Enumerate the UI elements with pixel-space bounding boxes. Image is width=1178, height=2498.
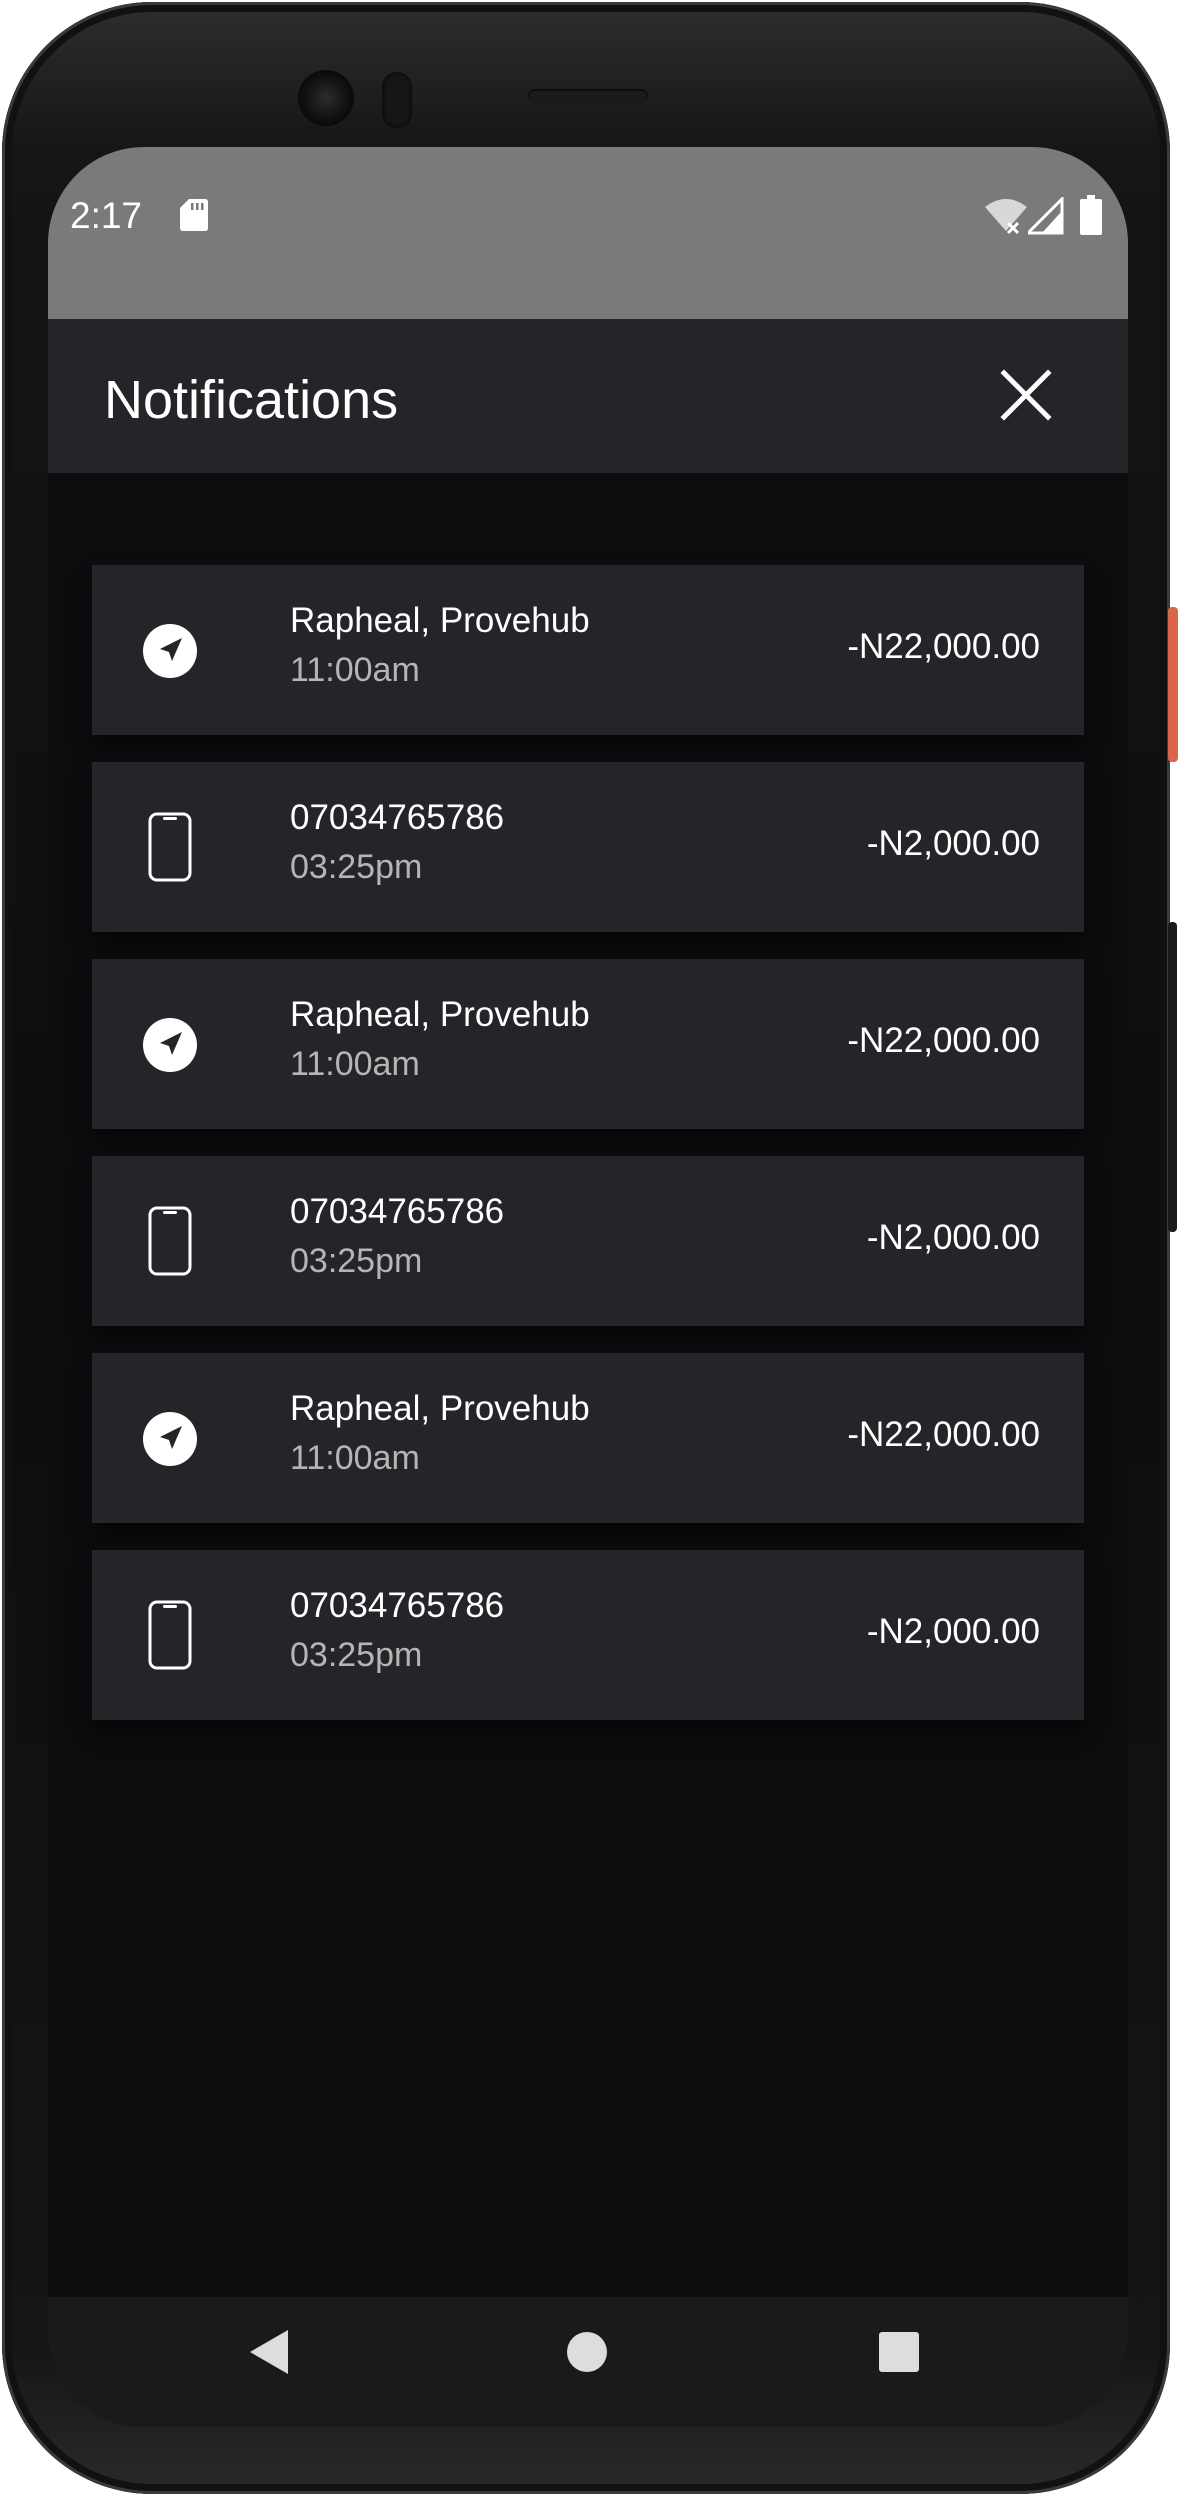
notification-item[interactable]: Rapheal, Provehub 11:00am -N22,000.00 — [92, 1353, 1084, 1523]
notification-amount: -N2,000.00 — [866, 1218, 1040, 1257]
power-button — [1168, 607, 1178, 762]
notification-title: Rapheal, Provehub — [290, 601, 590, 640]
earpiece-speaker — [528, 89, 648, 103]
notification-time: 03:25pm — [290, 1242, 423, 1280]
phone-icon — [148, 812, 192, 882]
volume-button — [1168, 922, 1177, 1232]
home-icon[interactable] — [566, 2331, 608, 2373]
notification-amount: -N22,000.00 — [847, 1021, 1040, 1060]
screen: 2:17 Notifications Rapheal, Provehub 11:… — [48, 147, 1128, 2427]
navigation-arrow-icon — [143, 1412, 197, 1466]
wifi-off-icon — [985, 199, 1027, 235]
notification-title: Rapheal, Provehub — [290, 995, 590, 1034]
battery-icon — [1080, 195, 1102, 235]
notification-item[interactable]: 07034765786 03:25pm -N2,000.00 — [92, 1156, 1084, 1326]
notification-time: 11:00am — [290, 1045, 420, 1083]
notification-item[interactable]: Rapheal, Provehub 11:00am -N22,000.00 — [92, 959, 1084, 1129]
status-bar: 2:17 — [48, 147, 1128, 319]
notification-amount: -N22,000.00 — [847, 1415, 1040, 1454]
notification-title: 07034765786 — [290, 1586, 505, 1625]
proximity-sensor — [382, 72, 412, 128]
notification-amount: -N2,000.00 — [866, 824, 1040, 863]
front-camera — [298, 70, 354, 126]
phone-icon — [148, 1206, 192, 1276]
notification-amount: -N2,000.00 — [866, 1612, 1040, 1651]
navigation-arrow-icon — [143, 1018, 197, 1072]
notification-title: 07034765786 — [290, 1192, 505, 1231]
close-icon[interactable] — [998, 367, 1054, 423]
notification-time: 03:25pm — [290, 1636, 423, 1674]
notification-item[interactable]: 07034765786 03:25pm -N2,000.00 — [92, 762, 1084, 932]
phone-icon — [148, 1600, 192, 1670]
recents-icon[interactable] — [878, 2331, 920, 2373]
notification-amount: -N22,000.00 — [847, 627, 1040, 666]
notification-time: 11:00am — [290, 651, 420, 689]
notification-item[interactable]: 07034765786 03:25pm -N2,000.00 — [92, 1550, 1084, 1720]
page-title: Notifications — [104, 370, 399, 430]
system-nav-bar — [48, 2297, 1128, 2427]
status-time: 2:17 — [70, 195, 143, 236]
phone-device-frame: 2:17 Notifications Rapheal, Provehub 11:… — [2, 2, 1178, 2494]
notification-time: 11:00am — [290, 1439, 420, 1477]
notification-time: 03:25pm — [290, 848, 423, 886]
notification-title: 07034765786 — [290, 798, 505, 837]
cell-signal-icon — [1028, 197, 1064, 235]
back-icon[interactable] — [248, 2328, 292, 2376]
notification-title: Rapheal, Provehub — [290, 1389, 590, 1428]
notification-item[interactable]: Rapheal, Provehub 11:00am -N22,000.00 — [92, 565, 1084, 735]
sd-card-icon — [180, 199, 208, 231]
app-bar: Notifications — [48, 319, 1128, 473]
navigation-arrow-icon — [143, 624, 197, 678]
